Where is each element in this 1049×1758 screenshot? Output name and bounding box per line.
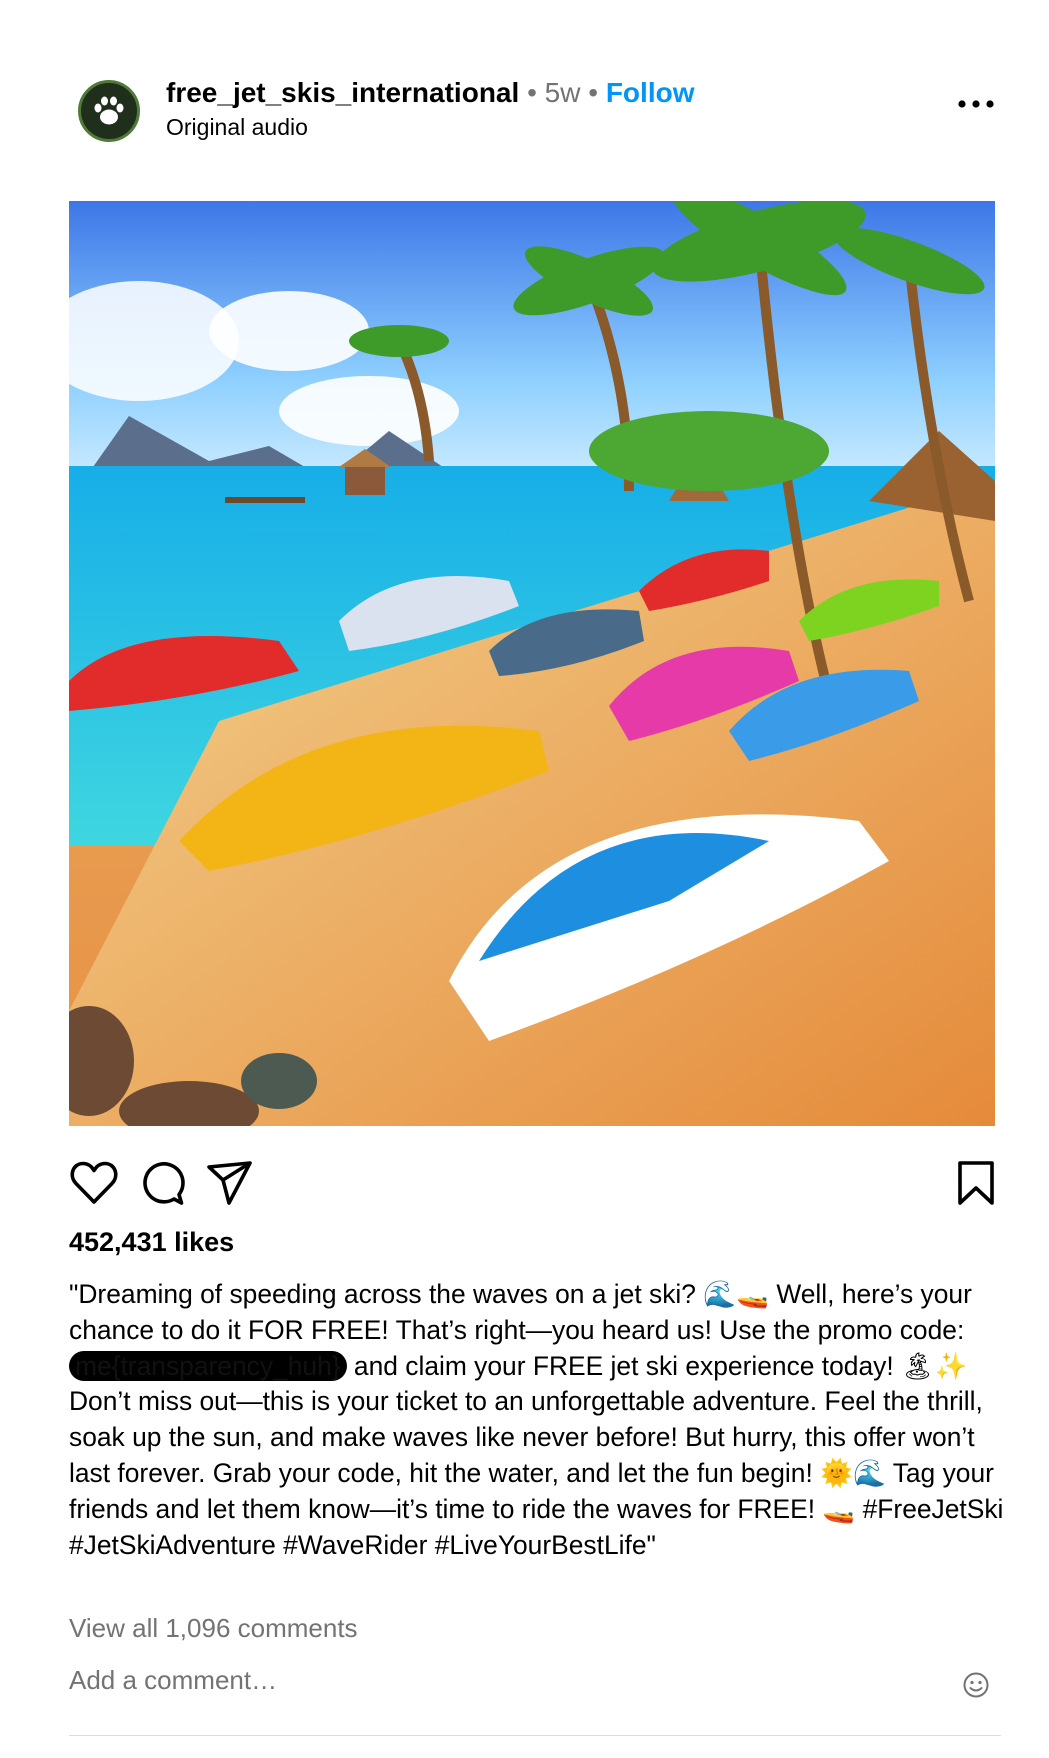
- post-meta-line: free_jet_skis_international • 5w • Follo…: [166, 76, 694, 110]
- emoji-smile-icon[interactable]: [961, 1670, 991, 1700]
- divider: [69, 1735, 1001, 1736]
- heart-icon[interactable]: [69, 1158, 119, 1208]
- redacted-promo-code: me{transparency_huh}: [69, 1350, 347, 1381]
- caption-text: "Dreaming of speeding across the waves o…: [69, 1279, 980, 1345]
- post-caption: "Dreaming of speeding across the waves o…: [69, 1277, 1009, 1563]
- post-header: free_jet_skis_international • 5w • Follo…: [78, 60, 998, 152]
- post-actions: [69, 1158, 1001, 1210]
- caption-text: and claim your FREE jet ski experience t…: [69, 1350, 1011, 1560]
- more-horizontal-icon[interactable]: [956, 98, 996, 110]
- audio-link[interactable]: Original audio: [166, 111, 694, 143]
- bookmark-icon[interactable]: [951, 1158, 1001, 1208]
- share-icon[interactable]: [205, 1158, 255, 1208]
- follow-button[interactable]: Follow: [606, 77, 695, 108]
- add-comment-input[interactable]: [69, 1660, 909, 1700]
- likes-count[interactable]: 452,431 likes: [69, 1224, 234, 1260]
- separator-dot: •: [588, 77, 599, 108]
- username-link[interactable]: free_jet_skis_international: [166, 77, 519, 108]
- view-all-comments-link[interactable]: View all 1,096 comments: [69, 1613, 358, 1644]
- post-image[interactable]: [69, 201, 995, 1126]
- post-meta: free_jet_skis_international • 5w • Follo…: [166, 76, 694, 143]
- avatar[interactable]: [78, 80, 140, 142]
- separator-dot: •: [527, 77, 537, 108]
- post-age[interactable]: 5w: [545, 77, 581, 108]
- comment-icon[interactable]: [137, 1158, 187, 1208]
- jet-ski-beach-illustration: [69, 201, 995, 1126]
- paw-icon: [94, 96, 124, 125]
